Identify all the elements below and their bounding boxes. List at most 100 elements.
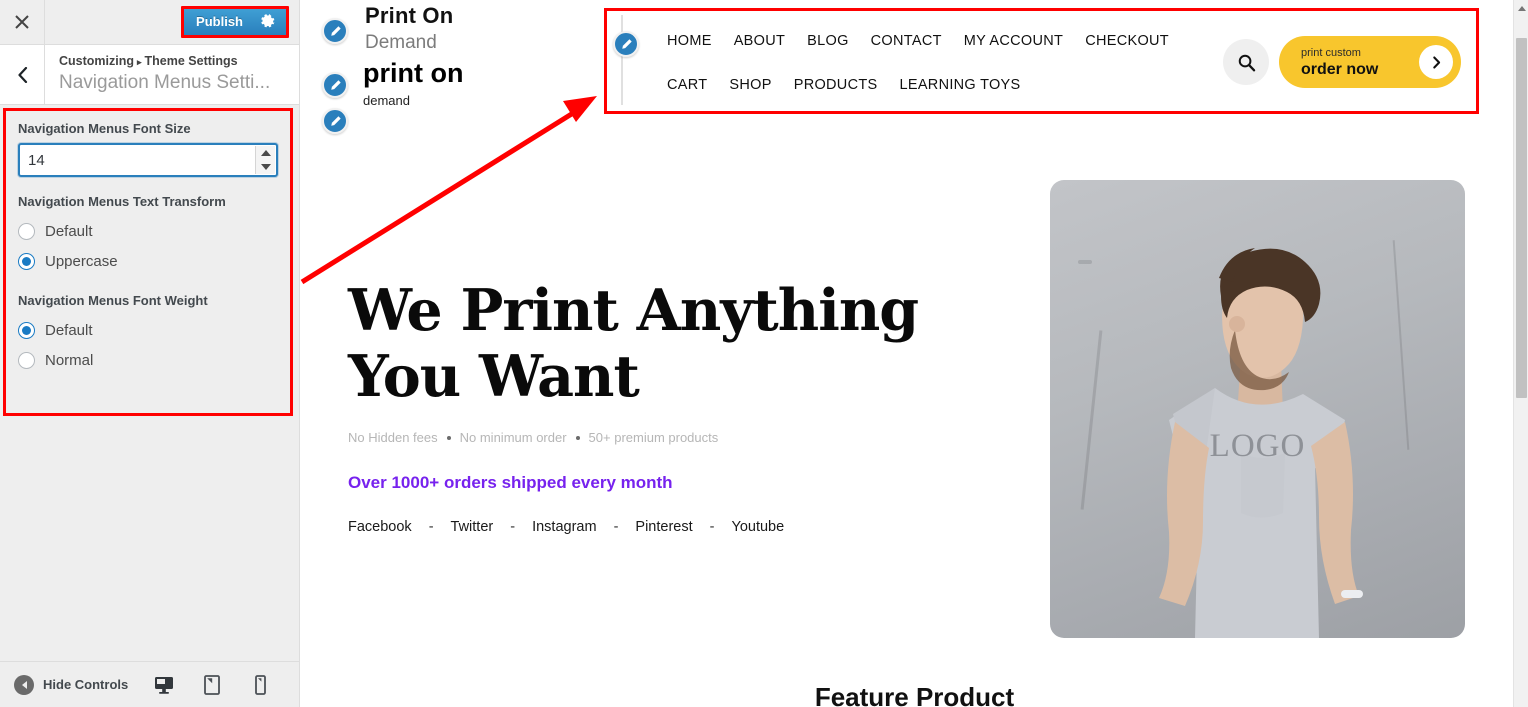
nav-divider [621, 15, 623, 105]
font-weight-option-normal[interactable]: Normal [18, 345, 278, 375]
radio-icon[interactable] [18, 222, 35, 240]
nav-item-contact[interactable]: CONTACT [871, 33, 942, 49]
text-transform-option-uppercase[interactable]: Uppercase [18, 246, 278, 276]
publish-button-label: Publish [196, 14, 243, 29]
radio-label: Default [45, 321, 93, 339]
mobile-icon [254, 674, 266, 695]
navigation-menus-controls-annotation-box: Navigation Menus Font Size Navigation Me… [3, 108, 293, 416]
nav-item-my-account[interactable]: MY ACCOUNT [964, 33, 1063, 49]
bullet-dot-icon [575, 435, 580, 440]
nav-item-blog[interactable]: BLOG [807, 33, 849, 49]
device-mobile-button[interactable] [249, 671, 271, 699]
publish-annotation-box: Publish [181, 6, 289, 38]
edit-shortcut-tagline-icon[interactable] [322, 72, 348, 98]
social-link-youtube[interactable]: Youtube [731, 519, 784, 535]
close-icon [15, 15, 29, 29]
logo-line-3: print on [363, 58, 464, 88]
social-separator: - [428, 519, 434, 535]
breadcrumb-separator: ▸ [137, 56, 142, 67]
cta-eyebrow: print custom [1301, 46, 1361, 59]
nav-item-learning-toys[interactable]: LEARNING TOYS [899, 77, 1020, 93]
hero-feature-3: 50+ premium products [588, 430, 719, 445]
search-button[interactable] [1223, 39, 1269, 85]
nav-item-about[interactable]: ABOUT [734, 33, 785, 49]
radio-label: Uppercase [45, 252, 118, 270]
stepper-up-icon[interactable] [260, 150, 271, 156]
nav-item-checkout[interactable]: CHECKOUT [1085, 33, 1169, 49]
logo-line-4: demand [363, 93, 410, 108]
breadcrumb: Customizing ▸ Theme Settings [59, 53, 270, 70]
social-separator: - [510, 519, 516, 535]
font-weight-option-default[interactable]: Default [18, 315, 278, 345]
back-button[interactable] [0, 45, 45, 104]
hero-image: LOGO [1050, 180, 1465, 638]
search-icon [1238, 54, 1255, 71]
cta-label: order now [1301, 60, 1379, 78]
customizer-topbar: Publish [0, 0, 299, 45]
hide-controls-label: Hide Controls [43, 677, 129, 692]
control-spacer [18, 276, 278, 292]
hero-feature-list: No Hidden fees No minimum order 50+ prem… [348, 430, 718, 445]
device-preview-switcher [153, 671, 285, 699]
site-logo-block: Print On Demand print on demand [333, 2, 583, 111]
hero-highlight-text: Over 1000+ orders shipped every month [348, 473, 673, 492]
order-now-button[interactable]: print custom order now [1279, 36, 1461, 88]
page-title: Navigation Menus Setti... [59, 71, 271, 93]
breadcrumb-parent: Theme Settings [144, 54, 238, 68]
edit-shortcut-menu-icon[interactable] [613, 31, 639, 57]
edit-shortcut-logo-icon[interactable] [322, 18, 348, 44]
radio-icon[interactable] [18, 351, 35, 369]
social-separator: - [709, 519, 715, 535]
hero-feature-1: No Hidden fees [348, 430, 438, 445]
panel-header: Customizing ▸ Theme Settings Navigation Me… [0, 45, 299, 105]
wall-texture [1392, 240, 1410, 450]
nav-item-products[interactable]: PRODUCTS [794, 77, 878, 93]
chevron-left-icon [17, 66, 27, 83]
previewed-site: Print On Demand print on demand HOME ABO… [301, 0, 1528, 707]
text-transform-label: Navigation Menus Text Transform [18, 194, 226, 209]
device-tablet-button[interactable] [201, 671, 223, 699]
bullet-dot-icon [446, 435, 451, 440]
cta-arrow-circle[interactable] [1419, 45, 1453, 79]
collapse-arrow-icon [14, 674, 34, 695]
hide-controls-button[interactable]: Hide Controls [14, 674, 129, 695]
font-size-field-wrap [18, 143, 278, 177]
hero-feature-2: No minimum order [459, 430, 567, 445]
font-weight-label: Navigation Menus Font Weight [18, 293, 208, 308]
desktop-icon [155, 676, 173, 694]
gear-icon[interactable] [261, 14, 276, 29]
social-link-pinterest[interactable]: Pinterest [635, 519, 692, 535]
logo-line-2: Demand [365, 32, 437, 53]
nav-item-cart[interactable]: CART [667, 77, 707, 93]
publish-button[interactable]: Publish [184, 9, 286, 35]
wall-texture [1078, 260, 1092, 264]
customizer-sidebar: Publish Customizing ▸ Theme Settings Nav… [0, 0, 300, 707]
text-transform-option-default[interactable]: Default [18, 216, 278, 246]
nav-item-shop[interactable]: SHOP [729, 77, 771, 93]
customizer-screen: Publish Customizing ▸ Theme Settings Nav… [0, 0, 1528, 707]
scrollbar-thumb[interactable] [1516, 38, 1527, 398]
device-desktop-button[interactable] [153, 671, 175, 699]
tablet-icon [204, 674, 220, 695]
wall-texture [1080, 330, 1103, 510]
preview-scrollbar[interactable] [1513, 0, 1528, 707]
pencil-icon [621, 38, 632, 49]
social-link-instagram[interactable]: Instagram [532, 519, 596, 535]
scroll-up-icon[interactable] [1518, 6, 1526, 11]
panel-header-text: Customizing ▸ Theme Settings Navigation Me… [45, 45, 282, 104]
sidebar-footer: Hide Controls [0, 661, 299, 707]
edit-shortcut-site-icon[interactable] [322, 108, 348, 134]
stepper-down-icon[interactable] [260, 164, 271, 170]
radio-icon[interactable] [18, 252, 35, 270]
pencil-icon [330, 25, 341, 36]
feature-section-title: Feature Product [814, 682, 1015, 707]
font-size-stepper[interactable] [255, 146, 275, 174]
nav-item-home[interactable]: HOME [667, 33, 712, 49]
radio-icon[interactable] [18, 321, 35, 339]
cta-text: print custom order now [1301, 46, 1378, 79]
social-link-facebook[interactable]: Facebook [348, 519, 412, 535]
social-link-twitter[interactable]: Twitter [451, 519, 494, 535]
breadcrumb-root: Customizing [59, 54, 134, 68]
font-size-input[interactable] [18, 143, 278, 177]
close-customizer-button[interactable] [0, 0, 45, 44]
